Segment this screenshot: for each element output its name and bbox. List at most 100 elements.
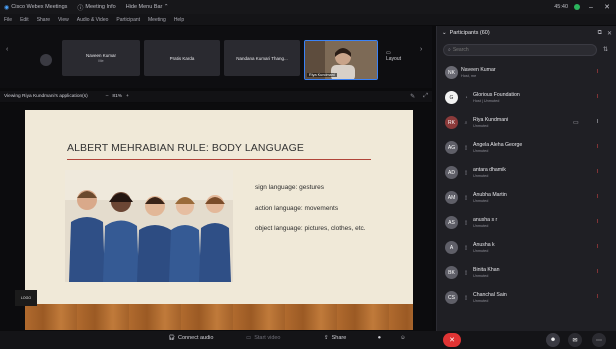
avatar: AG <box>445 141 458 154</box>
avatar: AM <box>445 191 458 204</box>
camera-icon[interactable]: ▭ <box>573 119 579 126</box>
end-meeting-button[interactable]: ✕ <box>443 333 461 347</box>
mic-muted-icon[interactable]: ⏽ <box>595 219 600 226</box>
slide-title: ALBERT MEHRABIAN RULE: BODY LANGUAGE <box>67 142 305 154</box>
participant-search[interactable]: ⌕ <box>443 44 597 56</box>
phone-icon: ▯ <box>464 244 468 251</box>
menu-help[interactable]: Help <box>174 17 184 23</box>
video-tile[interactable]: Nandana Kumari Thang... <box>224 40 300 76</box>
chat-toggle-button[interactable]: ✉ <box>568 333 582 347</box>
viewing-label: Viewing Riya Kundmani's application(s) <box>4 94 88 99</box>
start-video-label: Start video <box>254 335 281 341</box>
share-button[interactable]: ⇪ Share <box>324 335 346 341</box>
layout-button[interactable]: ▭ Layout <box>386 50 401 62</box>
participant-row[interactable]: AS ▯ anusha s r Unmuted ⏽ <box>437 210 616 235</box>
video-tile[interactable]: Naveen Kumar Me <box>62 40 140 76</box>
status-dot-icon <box>574 4 580 10</box>
active-speaker-video[interactable]: Riya Kundmani <box>304 40 378 80</box>
participant-row[interactable]: AD ▯ antara dhamik Unmuted ⏽ <box>437 160 616 185</box>
mic-muted-icon[interactable]: ⏽ <box>595 294 600 301</box>
menu-participant[interactable]: Participant <box>116 17 140 23</box>
mic-muted-icon[interactable]: ⏽ <box>595 94 600 101</box>
participants-toggle-button[interactable]: ☻ <box>546 333 560 347</box>
participant-name: Chanchal Sain <box>473 292 507 298</box>
reactions-icon: ☺ <box>400 335 406 341</box>
zoom-out-button[interactable]: – <box>106 94 109 99</box>
reactions-button[interactable]: ☺ <box>400 335 406 341</box>
mic-muted-icon[interactable]: ⏽ <box>595 69 600 76</box>
participant-name: Anubha Martin <box>473 192 507 198</box>
sort-icon[interactable]: ⇅ <box>603 46 608 53</box>
participant-role: Unmuted <box>473 274 489 278</box>
minimize-button[interactable]: – <box>586 4 596 11</box>
participants-panel: ⌄ Participants (60) ⧉ ✕ ⌕ ⇅ NK Naveen Ku… <box>436 26 616 331</box>
meeting-time: 45:40 <box>554 4 568 10</box>
fullscreen-icon[interactable]: ⤢ <box>423 93 428 100</box>
start-video-button[interactable]: ▭ Start video <box>246 335 281 341</box>
participant-role: Unmuted <box>473 199 489 203</box>
hide-menu-bar-button[interactable]: Hide Menu Bar ⌃ <box>126 4 169 10</box>
participant-role: Host, me <box>461 74 477 78</box>
mic-muted-icon[interactable]: ⏽ <box>595 169 600 176</box>
shared-content-stage: ALBERT MEHRABIAN RULE: BODY LANGUAGE sig… <box>0 103 432 330</box>
participant-row[interactable]: A ▯ Anusha k Unmuted ⏽ <box>437 235 616 260</box>
participant-name: anusha s r <box>473 217 498 223</box>
mic-muted-icon[interactable]: ⏽ <box>595 194 600 201</box>
menu-file[interactable]: File <box>4 17 12 23</box>
connect-audio-label: Connect audio <box>177 335 214 341</box>
menu-edit[interactable]: Edit <box>20 17 29 23</box>
record-button[interactable]: ⏺ <box>378 335 381 342</box>
participant-name: antara dhamik <box>473 167 506 173</box>
mic-muted-icon[interactable]: ⏽ <box>595 244 600 251</box>
phone-icon: ▯ <box>464 194 468 201</box>
zoom-control[interactable]: – 81% + <box>106 94 129 99</box>
avatar: AS <box>445 216 458 229</box>
menu-share[interactable]: Share <box>37 17 50 23</box>
slide-bullets: sign language: gestures action language:… <box>255 184 383 246</box>
participant-row[interactable]: AM ▯ Anubha Martin Unmuted ⏽ <box>437 185 616 210</box>
participant-row[interactable]: G ◔ Glorious Foundation Host | Unmuted ⏽ <box>437 85 616 110</box>
tile-name: Nandana Kumari Thang... <box>236 55 288 61</box>
pin-icon[interactable]: ✎ <box>410 93 415 100</box>
bullet-item: object language: pictures, clothes, etc. <box>255 225 366 232</box>
phone-icon: ▯ <box>464 294 468 301</box>
zoom-in-button[interactable]: + <box>126 94 129 99</box>
info-icon: ⓘ <box>77 5 84 12</box>
participant-row[interactable]: RK ⌕ Riya Kundmani Unmuted ▭ ⏽ <box>437 110 616 135</box>
connect-audio-button[interactable]: 🎧︎ Connect audio <box>168 335 213 341</box>
participant-row[interactable]: BK ▯ Binita Khan Unmuted ⏽ <box>437 260 616 285</box>
participant-row[interactable]: CS ▯ Chanchal Sain Unmuted ⏽ <box>437 285 616 310</box>
strip-next-icon[interactable]: › <box>420 46 422 53</box>
chevron-down-icon[interactable]: ⌄ <box>442 30 447 36</box>
meeting-info-label: Meeting Info <box>85 4 116 10</box>
video-tile[interactable]: Pratis Karda <box>144 40 220 76</box>
mic-icon[interactable]: ⏽ <box>595 119 600 126</box>
menu-audio-video[interactable]: Audio & Video <box>77 17 109 23</box>
mic-muted-icon[interactable]: ⏽ <box>595 144 600 151</box>
share-label: Share <box>331 335 347 341</box>
popout-icon[interactable]: ⧉ <box>598 30 602 37</box>
menu-view[interactable]: View <box>58 17 69 23</box>
bullet-item: action language: movements <box>255 204 339 212</box>
participant-name: Anusha k <box>473 242 495 248</box>
wood-floor <box>25 304 413 330</box>
participant-row[interactable]: AG ▯ Angela Aleha George Unmuted ⏽ <box>437 135 616 160</box>
avatar: G <box>445 91 458 104</box>
more-options-button[interactable]: ⋯ <box>592 333 606 347</box>
close-window-button[interactable]: ✕ <box>602 3 612 11</box>
participant-name: Binita Khan <box>473 267 500 273</box>
close-panel-icon[interactable]: ✕ <box>607 30 612 37</box>
strip-prev-icon[interactable]: ‹ <box>6 46 8 53</box>
search-input[interactable] <box>452 47 583 53</box>
mic-muted-icon[interactable]: ⏽ <box>595 269 600 276</box>
participant-row[interactable]: NK Naveen Kumar Host, me ⏽ <box>437 60 616 85</box>
tile-sub: Me <box>98 59 104 63</box>
meeting-info-button[interactable]: ⓘ Meeting Info <box>77 3 115 12</box>
participant-role: Unmuted <box>473 174 489 178</box>
menu-meeting[interactable]: Meeting <box>148 17 166 23</box>
hide-menu-bar-label: Hide Menu Bar ⌃ <box>125 4 169 10</box>
participant-role: Unmuted <box>473 249 489 253</box>
bullet-item: sign language: gestures <box>255 184 325 191</box>
participant-role: Unmuted <box>473 124 489 128</box>
nurses-photo <box>65 170 233 282</box>
